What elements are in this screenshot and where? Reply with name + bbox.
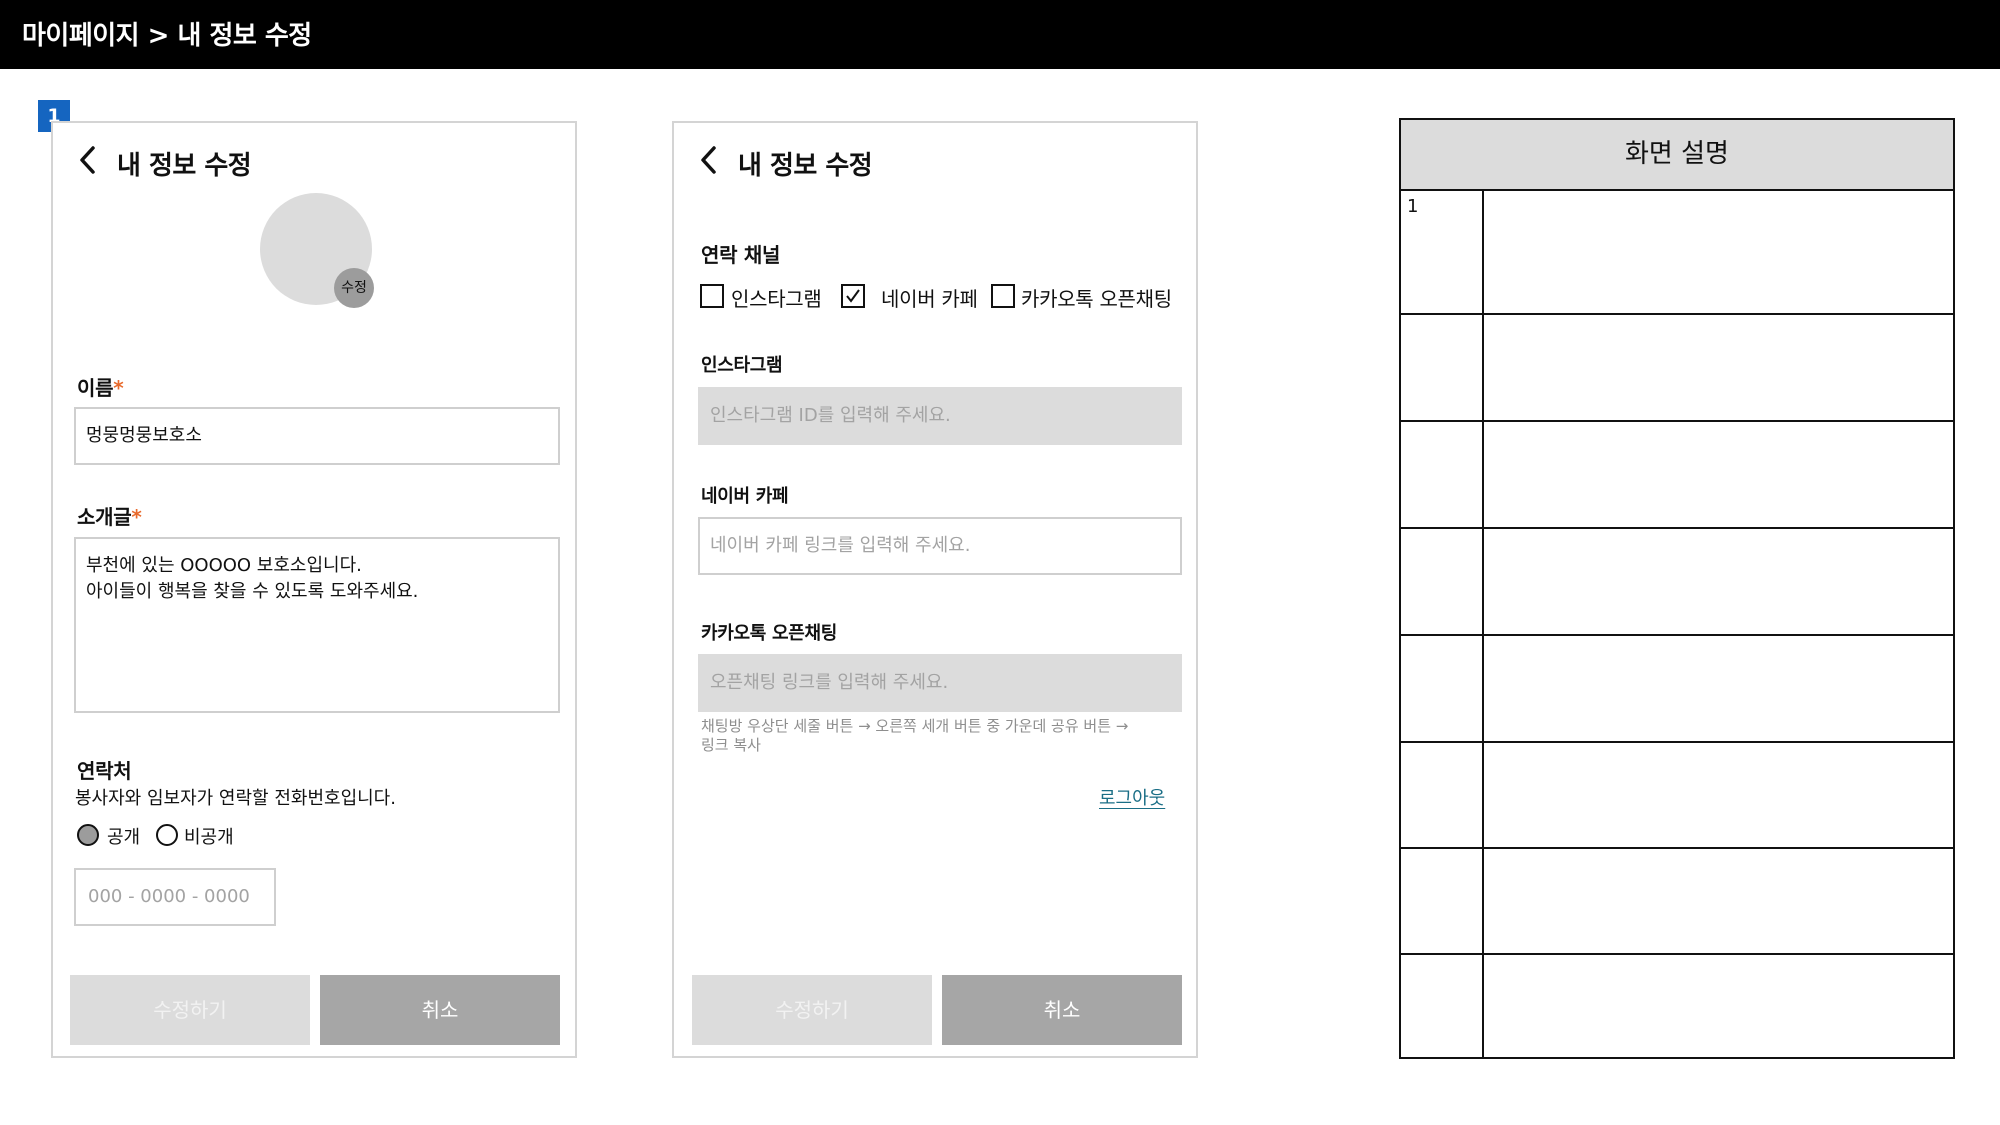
radio-public[interactable] bbox=[77, 824, 99, 846]
back-chevron-icon[interactable] bbox=[77, 145, 99, 175]
intro-label: 소개글* bbox=[77, 505, 142, 529]
checkbox-kakao-openchat[interactable] bbox=[991, 284, 1015, 308]
naver-cafe-placeholder: 네이버 카페 링크를 입력해 주세요. bbox=[710, 535, 971, 556]
required-mark: * bbox=[113, 376, 124, 400]
required-mark: * bbox=[131, 505, 142, 529]
radio-public-label: 공개 bbox=[107, 827, 141, 848]
channel-label: 연락 채널 bbox=[701, 243, 781, 267]
checkbox-instagram[interactable] bbox=[700, 284, 724, 308]
naver-cafe-input[interactable]: 네이버 카페 링크를 입력해 주세요. bbox=[698, 517, 1182, 575]
description-row-number bbox=[1401, 636, 1484, 741]
description-row-number bbox=[1401, 422, 1484, 527]
phone-placeholder: 000 - 0000 - 0000 bbox=[88, 886, 250, 907]
radio-private-label: 비공개 bbox=[184, 827, 234, 848]
kakao-openchat-placeholder: 오픈채팅 링크를 입력해 주세요. bbox=[710, 672, 949, 693]
description-row bbox=[1401, 529, 1953, 636]
cancel-button[interactable]: 취소 bbox=[320, 975, 560, 1045]
description-row-number bbox=[1401, 849, 1484, 953]
contact-description: 봉사자와 임보자가 연락할 전화번호입니다. bbox=[75, 788, 396, 809]
description-row bbox=[1401, 743, 1953, 849]
name-label: 이름* bbox=[77, 376, 124, 400]
logout-link[interactable]: 로그아웃 bbox=[1099, 784, 1165, 810]
description-row-number bbox=[1401, 743, 1484, 847]
contact-label: 연락처 bbox=[77, 759, 132, 783]
intro-textarea[interactable]: 부천에 있는 OOOOO 보호소입니다. 아이들이 행복을 찾을 수 있도록 도… bbox=[74, 537, 560, 713]
name-input[interactable]: 멍뭉멍뭉보호소 bbox=[74, 407, 560, 465]
checkbox-naver-cafe[interactable] bbox=[841, 284, 865, 308]
name-value: 멍뭉멍뭉보호소 bbox=[86, 425, 202, 446]
kakao-openchat-label: 카카오톡 오픈채팅 bbox=[701, 623, 838, 644]
description-row bbox=[1401, 315, 1953, 422]
submit-button[interactable]: 수정하기 bbox=[692, 975, 932, 1045]
intro-value: 부천에 있는 OOOOO 보호소입니다. 아이들이 행복을 찾을 수 있도록 도… bbox=[86, 555, 419, 602]
breadcrumb: 마이페이지 > 내 정보 수정 bbox=[22, 21, 312, 51]
description-row-number bbox=[1401, 955, 1484, 1057]
description-row-number bbox=[1401, 529, 1484, 634]
description-table-title: 화면 설명 bbox=[1401, 120, 1953, 191]
description-row: 1 bbox=[1401, 191, 1953, 315]
description-row bbox=[1401, 636, 1953, 743]
top-bar: 마이페이지 > 내 정보 수정 bbox=[0, 0, 2000, 69]
screen-contact-channel-edit: 내 정보 수정 연락 채널 인스타그램 네이버 카페 카카오톡 오픈채팅 인스타… bbox=[672, 121, 1198, 1058]
description-row-number: 1 bbox=[1401, 191, 1484, 313]
screen-profile-edit: 내 정보 수정 수정 이름* 멍뭉멍뭉보호소 소개글* 부천에 있는 OOOOO… bbox=[51, 121, 577, 1058]
instagram-label: 인스타그램 bbox=[701, 355, 783, 376]
cancel-button[interactable]: 취소 bbox=[942, 975, 1182, 1045]
description-row bbox=[1401, 955, 1953, 1057]
checkbox-naver-cafe-label: 네이버 카페 bbox=[881, 287, 978, 311]
avatar-edit-button[interactable]: 수정 bbox=[334, 268, 374, 308]
description-row-number bbox=[1401, 315, 1484, 420]
page-title: 내 정보 수정 bbox=[738, 151, 873, 181]
kakao-openchat-hint: 채팅방 우상단 세줄 버튼 → 오른쪽 세개 버튼 중 가운데 공유 버튼 → … bbox=[701, 717, 1129, 754]
description-row bbox=[1401, 422, 1953, 529]
screen-description-table: 화면 설명 1 bbox=[1399, 118, 1955, 1059]
checkbox-instagram-label: 인스타그램 bbox=[731, 287, 822, 311]
instagram-input[interactable]: 인스타그램 ID를 입력해 주세요. bbox=[698, 387, 1182, 445]
submit-button[interactable]: 수정하기 bbox=[70, 975, 310, 1045]
radio-private[interactable] bbox=[156, 824, 178, 846]
check-icon bbox=[846, 289, 860, 303]
page-title: 내 정보 수정 bbox=[117, 151, 252, 181]
description-row bbox=[1401, 849, 1953, 955]
phone-input[interactable]: 000 - 0000 - 0000 bbox=[74, 868, 276, 926]
back-chevron-icon[interactable] bbox=[698, 145, 720, 175]
instagram-placeholder: 인스타그램 ID를 입력해 주세요. bbox=[710, 405, 951, 426]
naver-cafe-label: 네이버 카페 bbox=[701, 486, 789, 507]
checkbox-kakao-openchat-label: 카카오톡 오픈채팅 bbox=[1021, 287, 1172, 311]
kakao-openchat-input[interactable]: 오픈채팅 링크를 입력해 주세요. bbox=[698, 654, 1182, 712]
